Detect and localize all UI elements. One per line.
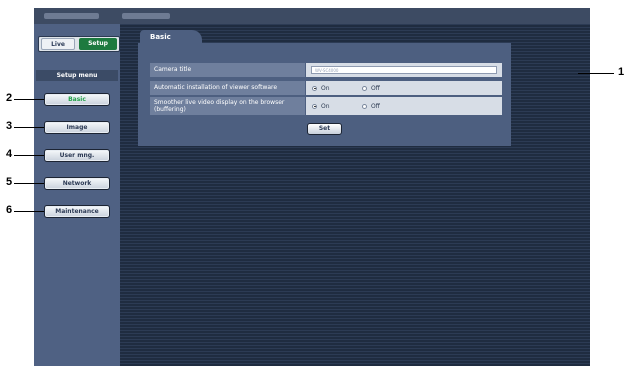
callout-line-6	[14, 211, 44, 212]
callout-line-5	[14, 183, 44, 184]
viewer-off-radio[interactable]: Off	[362, 81, 380, 95]
smoother-on-radio[interactable]: On	[312, 97, 330, 115]
smoother-display-label: Smoother live video display on the brows…	[150, 97, 305, 115]
camera-title-label: Camera title	[150, 63, 305, 77]
smoother-off-radio[interactable]: Off	[362, 97, 380, 115]
callout-line-4	[14, 155, 44, 156]
radio-selected-icon	[312, 85, 317, 91]
setup-menu-title: Setup menu	[36, 70, 118, 81]
smoother-on-label: On	[321, 102, 330, 110]
callout-number-3: 3	[6, 120, 13, 132]
smoother-off-label: Off	[371, 102, 380, 110]
callout-number-5: 5	[6, 176, 13, 188]
viewer-software-label: Automatic installation of viewer softwar…	[150, 81, 305, 95]
mode-toggle: Live Setup	[38, 36, 120, 52]
callout-number-1: 1	[618, 66, 625, 78]
callout-number-6: 6	[6, 204, 13, 216]
menu-maintenance-button[interactable]: Maintenance	[44, 205, 110, 218]
radio-unselected-icon	[362, 85, 367, 91]
viewer-software-value-cell: On Off	[306, 81, 502, 95]
blurred-brand	[44, 13, 99, 19]
callout-line-2	[14, 99, 44, 100]
radio-selected-icon	[312, 103, 317, 109]
title-bar	[34, 8, 590, 24]
radio-unselected-icon	[362, 103, 367, 109]
callout-line-1	[578, 73, 614, 74]
camera-title-row: Camera title WV-SC4000	[150, 63, 502, 77]
tab-basic[interactable]: Basic	[140, 30, 202, 44]
viewer-off-label: Off	[371, 84, 380, 92]
viewer-on-radio[interactable]: On	[312, 81, 330, 95]
set-button[interactable]: Set	[307, 123, 342, 135]
blurred-model	[122, 13, 170, 19]
menu-user-mng-button[interactable]: User mng.	[44, 149, 110, 162]
menu-basic-button[interactable]: Basic	[44, 93, 110, 106]
callout-line-3	[14, 127, 44, 128]
callout-number-4: 4	[6, 148, 13, 160]
menu-network-button[interactable]: Network	[44, 177, 110, 190]
menu-image-button[interactable]: Image	[44, 121, 110, 134]
viewer-software-row: Automatic installation of viewer softwar…	[150, 81, 502, 95]
viewer-on-label: On	[321, 84, 330, 92]
live-button[interactable]: Live	[41, 38, 75, 50]
callout-number-2: 2	[6, 92, 13, 104]
camera-title-value-cell: WV-SC4000	[306, 63, 502, 77]
smoother-display-value-cell: On Off	[306, 97, 502, 115]
setup-button[interactable]: Setup	[79, 38, 117, 50]
camera-title-input[interactable]: WV-SC4000	[311, 66, 497, 74]
smoother-display-row: Smoother live video display on the brows…	[150, 97, 502, 115]
